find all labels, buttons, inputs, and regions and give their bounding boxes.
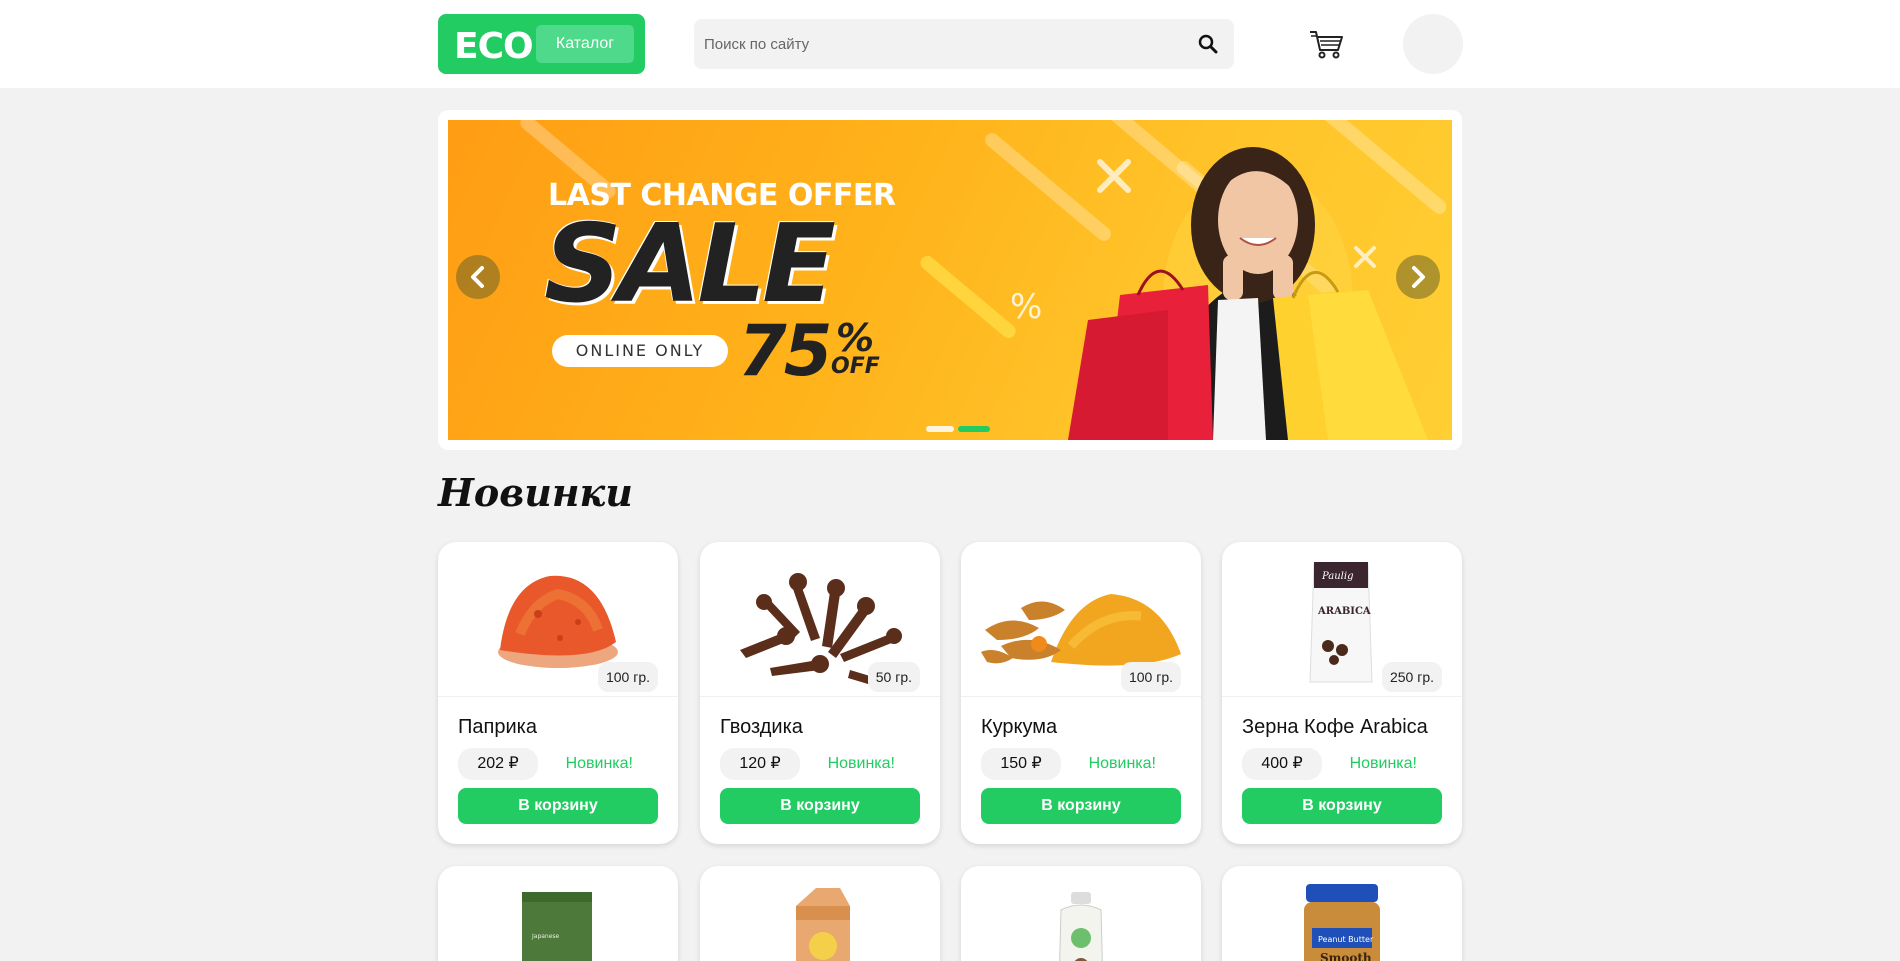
product-image[interactable]: 100 гр. (438, 542, 678, 697)
product-price: 150 ₽ (981, 748, 1061, 780)
slider-prev-icon[interactable] (456, 255, 500, 299)
svg-text:Japanese: Japanese (531, 933, 560, 940)
slider-next-icon[interactable] (1396, 255, 1440, 299)
product-price: 120 ₽ (720, 748, 800, 780)
banner-off: OFF (831, 354, 880, 379)
section-title: Новинки (438, 470, 633, 515)
logo[interactable]: ECO (454, 26, 534, 67)
add-to-cart-button[interactable]: В корзину (1242, 788, 1442, 824)
promo-slider: % LAST CHANGE OFFER SALE ONLINE ONLY 75 … (438, 110, 1462, 450)
cart-icon[interactable] (1308, 28, 1346, 60)
weight-label: 100 гр. (597, 662, 658, 692)
product-card[interactable]: Peanut Butter Smooth (1222, 866, 1462, 961)
site-header: ECO Каталог (0, 0, 1900, 88)
slider-dots (926, 426, 990, 432)
banner-headline: SALE (544, 202, 836, 327)
catalog-button[interactable]: Каталог (536, 25, 634, 63)
banner-online-badge: ONLINE ONLY (552, 335, 728, 367)
new-badge: Новинка! (565, 755, 633, 772)
weight-label: 50 гр. (867, 662, 920, 692)
add-to-cart-button[interactable]: В корзину (720, 788, 920, 824)
product-card[interactable] (961, 866, 1201, 961)
product-card[interactable] (700, 866, 940, 961)
add-to-cart-button[interactable]: В корзину (458, 788, 658, 824)
new-badge: Новинка! (1088, 755, 1156, 772)
product-name[interactable]: Куркума (981, 716, 1057, 739)
search-input[interactable] (704, 29, 1174, 59)
product-name[interactable]: Паприка (458, 716, 537, 739)
svg-text:Paulig: Paulig (1321, 571, 1353, 582)
new-badge: Новинка! (827, 755, 895, 772)
product-image[interactable]: Paulig ARABICA 250 гр. (1222, 542, 1462, 697)
tea-box-image (796, 888, 850, 961)
product-card[interactable]: Japanese (438, 866, 678, 961)
product-image[interactable]: 50 гр. (700, 542, 940, 697)
product-price: 202 ₽ (458, 748, 538, 780)
product-card[interactable]: 100 гр. Паприка 202 ₽ Новинка! В корзину (438, 542, 678, 844)
product-name[interactable]: Гвоздика (720, 716, 803, 739)
coconut-oil-bottle-image (1059, 892, 1103, 961)
peanut-butter-jar-image: Peanut Butter Smooth (1304, 884, 1380, 961)
product-card[interactable]: 50 гр. Гвоздика 120 ₽ Новинка! В корзину (700, 542, 940, 844)
product-price: 400 ₽ (1242, 748, 1322, 780)
matcha-pouch-image: Japanese (522, 892, 592, 961)
svg-text:ARABICA: ARABICA (1317, 606, 1371, 617)
product-name[interactable]: Зерна Кофе Arabica (1242, 716, 1428, 739)
banner-discount: 75 (738, 310, 832, 392)
search-bar (694, 19, 1234, 69)
product-card[interactable]: 100 гр. Куркума 150 ₽ Новинка! В корзину (961, 542, 1201, 844)
slider-dot[interactable] (926, 426, 954, 432)
slider-dot-active[interactable] (958, 426, 990, 432)
new-badge: Новинка! (1349, 755, 1417, 772)
svg-text:Peanut Butter: Peanut Butter (1318, 935, 1374, 944)
svg-text:Smooth: Smooth (1320, 951, 1372, 961)
promo-banner[interactable]: % LAST CHANGE OFFER SALE ONLINE ONLY 75 … (448, 120, 1452, 440)
product-card[interactable]: Paulig ARABICA 250 гр. Зерна Кофе Arabic… (1222, 542, 1462, 844)
shopping-woman-image (1068, 147, 1428, 440)
weight-label: 100 гр. (1120, 662, 1181, 692)
logo-block: ECO Каталог (438, 14, 645, 74)
avatar[interactable] (1403, 14, 1463, 74)
search-icon[interactable] (1192, 28, 1224, 60)
weight-label: 250 гр. (1381, 662, 1442, 692)
add-to-cart-button[interactable]: В корзину (981, 788, 1181, 824)
product-image[interactable]: 100 гр. (961, 542, 1201, 697)
